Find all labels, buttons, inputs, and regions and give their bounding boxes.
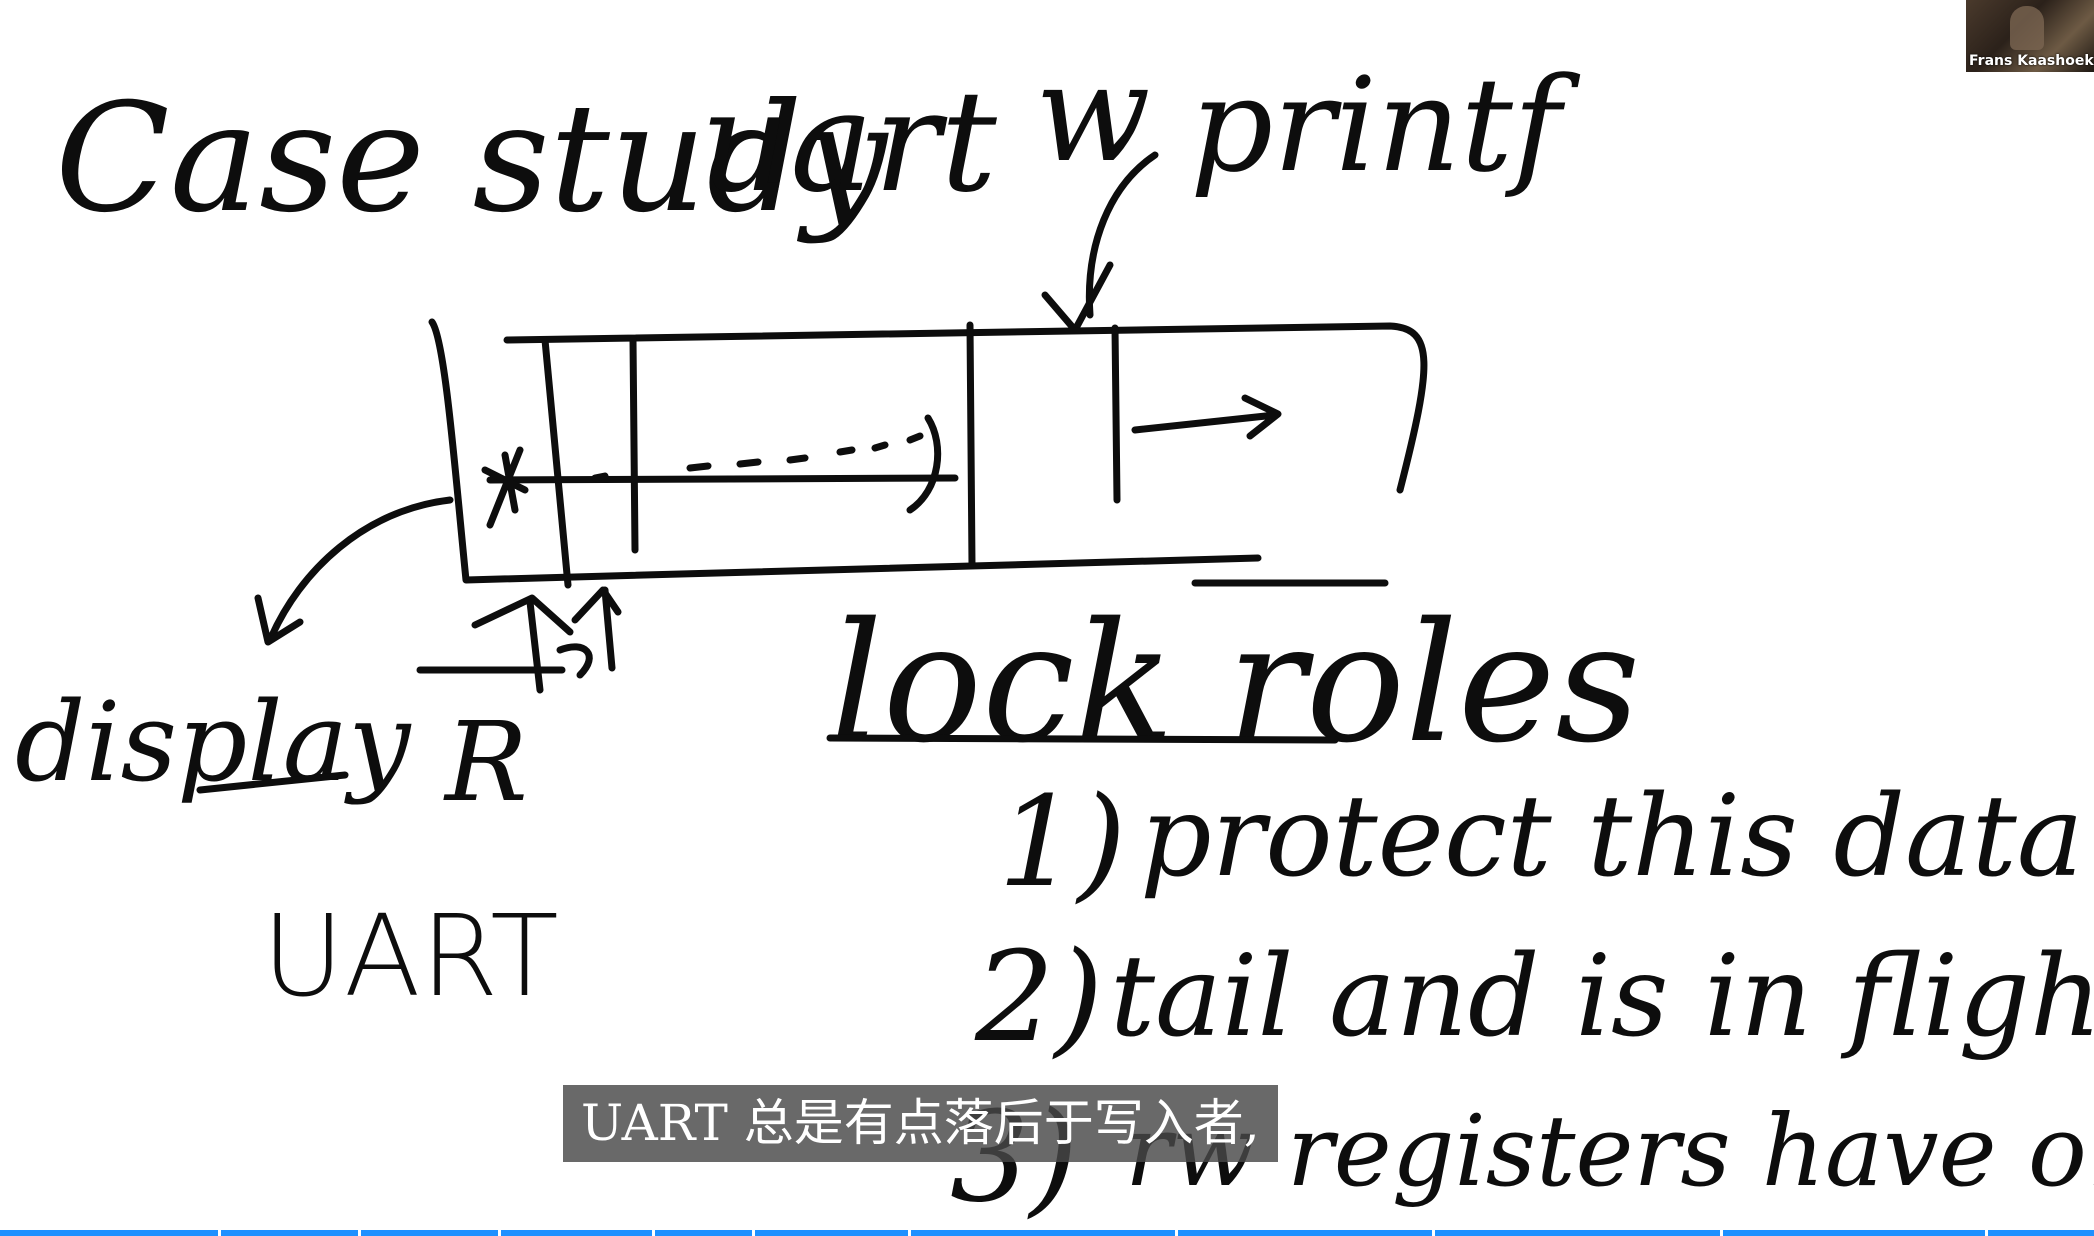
progress-chapter-marker [652,1230,655,1236]
label-lock-roles: lock roles [830,587,1640,779]
progress-chapter-marker [498,1230,501,1236]
whiteboard-canvas: Case study uart w printf display R UART … [15,35,2094,1230]
progress-chapter-marker [1720,1230,1723,1236]
lock-roles-underline [826,734,1339,744]
list-item-2-text: tail and is in flight [1110,932,2094,1062]
title-printf: printf [1190,49,1581,201]
write-pointer-arrow [571,586,622,672]
label-r: R [443,698,528,826]
progress-chapter-marker [1985,1230,1988,1236]
read-pointer-arrow [471,594,574,694]
progress-chapter-marker [218,1230,221,1236]
video-progress-bar[interactable] [0,1230,2094,1236]
progress-chapter-marker [358,1230,361,1236]
list-item-1-text: protect this data str [1140,772,2094,902]
buffer-right-arrow [1131,394,1282,440]
list-item-2-number: 2) [974,925,1103,1070]
progress-chapter-marker [908,1230,911,1236]
buffer-brace [906,414,942,514]
progress-chapter-marker [1432,1230,1435,1236]
label-uart-box: UART [262,892,559,1022]
progress-chapter-marker [752,1230,755,1236]
participant-silhouette [2010,6,2044,50]
buffer-outline [428,318,1428,584]
display-arrow [266,496,454,644]
list-item-1-number: 1) [998,770,1126,915]
buffer-dashes [591,432,924,482]
buffer-slot-4 [1111,324,1121,504]
buffer-slot-2 [629,336,639,554]
buffer-cross [481,446,529,529]
buffer-inner-line [486,474,959,484]
participant-webcam-thumbnail[interactable]: Frans Kaashoek [1966,0,2094,72]
subtitle-caption: UART 总是有点落后于写入者, [563,1085,1278,1162]
buffer-slot-1 [541,336,572,589]
progress-chapter-marker [1175,1230,1178,1236]
printf-arrowhead [1041,261,1114,334]
buffer-slot-3 [966,321,976,569]
title-uart: uart [700,61,998,224]
participant-name: Frans Kaashoek [1969,53,2094,69]
